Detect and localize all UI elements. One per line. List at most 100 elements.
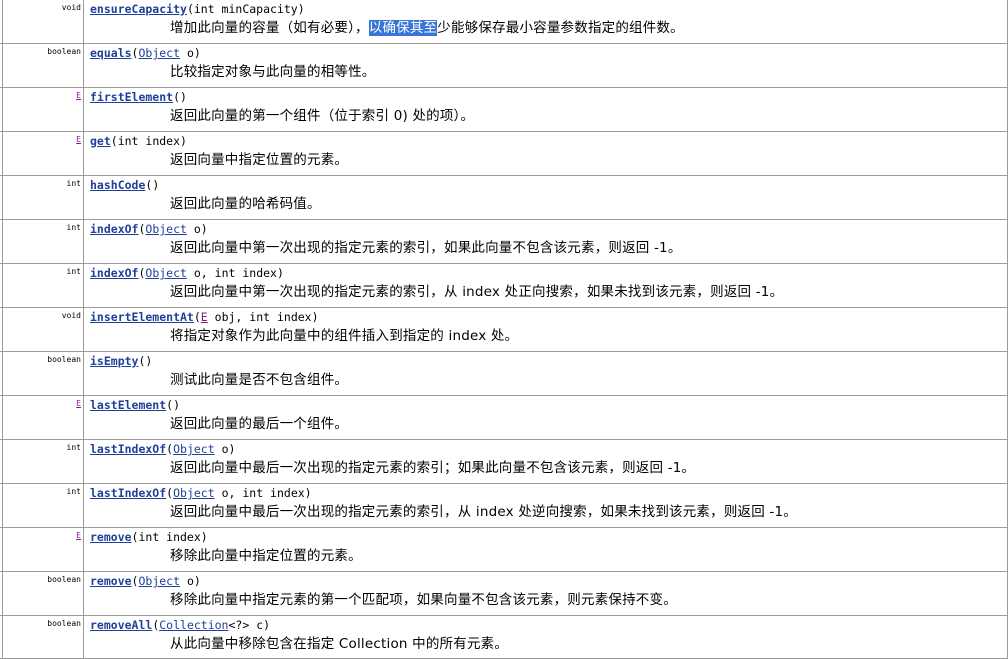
- return-type: boolean: [2, 572, 84, 615]
- params-rest: o): [180, 574, 201, 588]
- type-link-object[interactable]: Object: [138, 46, 180, 60]
- return-type: int: [2, 176, 84, 219]
- return-type: int: [2, 440, 84, 483]
- type-link-object[interactable]: Object: [145, 266, 187, 280]
- method-link-hashcode[interactable]: hashCode: [90, 178, 145, 192]
- method-detail: removeAll(Collection<?> c) 从此向量中移除包含在指定 …: [84, 616, 1008, 658]
- type-link-object[interactable]: Object: [138, 574, 180, 588]
- method-summary-table: void ensureCapacity(int minCapacity) 增加此…: [0, 0, 1008, 659]
- method-signature: insertElementAt(E obj, int index): [90, 310, 319, 325]
- return-type: void: [2, 308, 84, 351]
- method-description: 比较指定对象与此向量的相等性。: [170, 64, 376, 80]
- method-signature: remove(int index): [90, 530, 208, 545]
- method-description: 返回此向量中最后一次出现的指定元素的索引；如果此向量不包含该元素，则返回 -1。: [170, 460, 696, 476]
- method-link-lastelement[interactable]: lastElement: [90, 398, 166, 412]
- params: (int minCapacity): [186, 2, 305, 16]
- method-detail: lastIndexOf(Object o, int index) 返回此向量中最…: [84, 484, 1008, 527]
- method-description: 返回此向量的哈希码值。: [170, 196, 321, 212]
- method-description: 从此向量中移除包含在指定 Collection 中的所有元素。: [170, 636, 509, 652]
- params: (): [173, 90, 187, 104]
- type-link-object[interactable]: Object: [173, 486, 215, 500]
- method-link-lastindexof[interactable]: lastIndexOf: [90, 442, 166, 456]
- params: (): [166, 398, 181, 412]
- return-type: int: [2, 484, 84, 527]
- method-row-removeall: boolean removeAll(Collection<?> c) 从此向量中…: [0, 615, 1008, 659]
- method-row-lastelement: E lastElement() 返回此向量的最后一个组件。: [0, 395, 1008, 439]
- method-link-remove[interactable]: remove: [90, 574, 132, 588]
- method-detail: equals(Object o) 比较指定对象与此向量的相等性。: [84, 44, 1008, 87]
- method-signature: indexOf(Object o, int index): [90, 266, 284, 281]
- return-type: boolean: [2, 44, 84, 87]
- method-description: 返回此向量中第一次出现的指定元素的索引，从 index 处正向搜索，如果未找到该…: [170, 284, 784, 300]
- method-signature: ensureCapacity(int minCapacity): [90, 2, 305, 17]
- method-link-ensurecapacity[interactable]: ensureCapacity: [90, 2, 187, 16]
- method-row-get: E get(int index) 返回向量中指定位置的元素。: [0, 131, 1008, 175]
- params-rest: o, int index): [214, 486, 312, 500]
- method-signature: removeAll(Collection<?> c): [90, 618, 270, 633]
- method-link-insertelementat[interactable]: insertElementAt: [90, 310, 194, 324]
- method-row-indexof-index: int indexOf(Object o, int index) 返回此向量中第…: [0, 263, 1008, 307]
- type-link-object[interactable]: Object: [173, 442, 215, 456]
- method-link-remove[interactable]: remove: [90, 530, 132, 544]
- method-description: 测试此向量是否不包含组件。: [170, 372, 349, 388]
- params: (int index): [110, 134, 187, 148]
- method-row-indexof: int indexOf(Object o) 返回此向量中第一次出现的指定元素的索…: [0, 219, 1008, 263]
- method-description: 返回此向量的第一个组件（位于索引 0) 处的项）。: [170, 108, 475, 124]
- method-detail: lastIndexOf(Object o) 返回此向量中最后一次出现的指定元素的…: [84, 440, 1008, 483]
- selected-text: 以确保其至: [368, 20, 438, 36]
- method-row-lastindexof: int lastIndexOf(Object o) 返回此向量中最后一次出现的指…: [0, 439, 1008, 483]
- method-link-lastindexof[interactable]: lastIndexOf: [90, 486, 166, 500]
- params: (): [138, 354, 153, 368]
- method-row-isempty: boolean isEmpty() 测试此向量是否不包含组件。: [0, 351, 1008, 395]
- params-rest: o, int index): [186, 266, 284, 280]
- type-link-collection[interactable]: Collection: [159, 618, 228, 632]
- method-detail: lastElement() 返回此向量的最后一个组件。: [84, 396, 1008, 439]
- method-link-equals[interactable]: equals: [90, 46, 132, 60]
- method-row-ensurecapacity: void ensureCapacity(int minCapacity) 增加此…: [0, 0, 1008, 43]
- method-signature: remove(Object o): [90, 574, 201, 589]
- method-detail: ensureCapacity(int minCapacity) 增加此向量的容量…: [84, 0, 1008, 43]
- return-type-generic-link[interactable]: E: [2, 88, 84, 131]
- method-row-remove-object: boolean remove(Object o) 移除此向量中指定元素的第一个匹…: [0, 571, 1008, 615]
- method-detail: remove(int index) 移除此向量中指定位置的元素。: [84, 528, 1008, 571]
- method-row-insertelementat: void insertElementAt(E obj, int index) 将…: [0, 307, 1008, 351]
- return-type-generic-link[interactable]: E: [2, 132, 84, 175]
- params-rest: obj, int index): [207, 310, 319, 324]
- description-text: 少能够保存最小容量参数指定的组件数。: [437, 20, 684, 36]
- return-type: int: [2, 220, 84, 263]
- method-detail: get(int index) 返回向量中指定位置的元素。: [84, 132, 1008, 175]
- method-row-equals: boolean equals(Object o) 比较指定对象与此向量的相等性。: [0, 43, 1008, 87]
- type-link-generic-e[interactable]: E: [201, 310, 208, 324]
- method-link-get[interactable]: get: [90, 134, 111, 148]
- method-detail: remove(Object o) 移除此向量中指定元素的第一个匹配项，如果向量不…: [84, 572, 1008, 615]
- return-type-generic-link[interactable]: E: [2, 528, 84, 571]
- return-type-generic-link[interactable]: E: [2, 396, 84, 439]
- method-detail: insertElementAt(E obj, int index) 将指定对象作…: [84, 308, 1008, 351]
- method-signature: isEmpty(): [90, 354, 152, 369]
- method-detail: indexOf(Object o, int index) 返回此向量中第一次出现…: [84, 264, 1008, 307]
- method-signature: lastIndexOf(Object o, int index): [90, 486, 312, 501]
- method-detail: isEmpty() 测试此向量是否不包含组件。: [84, 352, 1008, 395]
- method-description: 将指定对象作为此向量中的组件插入到指定的 index 处。: [170, 328, 519, 344]
- method-description: 移除此向量中指定元素的第一个匹配项，如果向量不包含该元素，则元素保持不变。: [170, 592, 677, 608]
- method-signature: firstElement(): [90, 90, 187, 105]
- method-link-removeall[interactable]: removeAll: [90, 618, 152, 632]
- method-link-isempty[interactable]: isEmpty: [90, 354, 138, 368]
- method-description: 返回向量中指定位置的元素。: [170, 152, 349, 168]
- method-signature: lastElement(): [90, 398, 180, 413]
- type-link-object[interactable]: Object: [145, 222, 187, 236]
- method-signature: hashCode(): [90, 178, 159, 193]
- method-detail: indexOf(Object o) 返回此向量中第一次出现的指定元素的索引，如果…: [84, 220, 1008, 263]
- params-open: (: [193, 310, 201, 324]
- method-link-indexof[interactable]: indexOf: [90, 266, 138, 280]
- method-signature: get(int index): [90, 134, 187, 149]
- params-rest: <?> c): [228, 618, 271, 632]
- method-description: 返回此向量中第一次出现的指定元素的索引，如果此向量不包含该元素，则返回 -1。: [170, 240, 682, 256]
- return-type: boolean: [2, 352, 84, 395]
- method-row-remove-index: E remove(int index) 移除此向量中指定位置的元素。: [0, 527, 1008, 571]
- return-type: boolean: [2, 616, 84, 658]
- method-link-indexof[interactable]: indexOf: [90, 222, 138, 236]
- method-link-firstelement[interactable]: firstElement: [90, 90, 173, 104]
- params-rest: o): [214, 442, 236, 456]
- description-text: 增加此向量的容量（如有必要），: [170, 20, 369, 36]
